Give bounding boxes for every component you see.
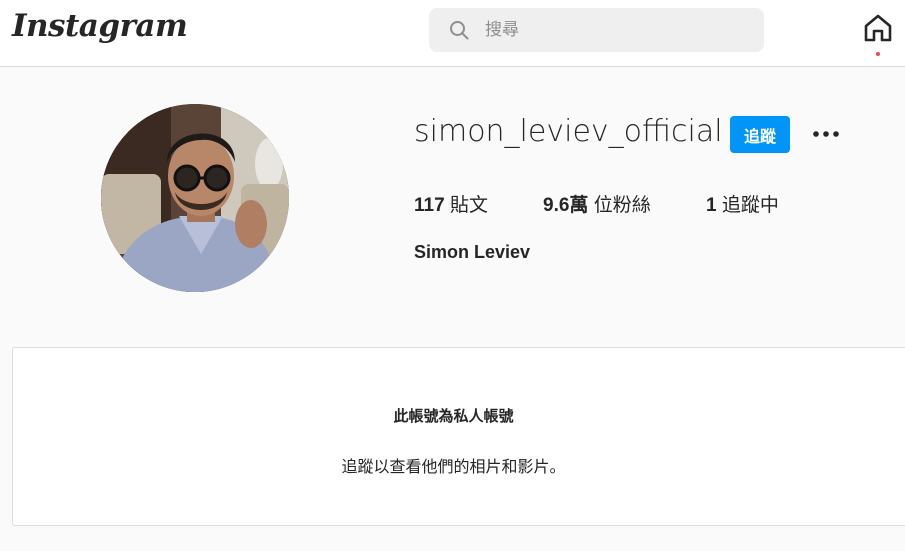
more-options-button[interactable] <box>810 122 842 146</box>
following-count-value: 1 <box>706 195 717 216</box>
posts-count-label: 貼文 <box>449 195 488 216</box>
following-count[interactable]: 1 追蹤中 <box>706 190 779 217</box>
instagram-logo[interactable]: Instagram <box>12 8 188 44</box>
profile-full-name: Simon Leviev <box>414 242 531 262</box>
private-account-subtitle: 追蹤以查看他們的相片和影片。 <box>341 459 566 476</box>
home-button[interactable] <box>860 12 896 48</box>
more-options-icon <box>812 125 840 143</box>
home-icon <box>863 13 893 48</box>
notification-dot <box>876 52 880 56</box>
followers-count-value: 9.6萬 <box>543 195 589 216</box>
private-account-title: 此帳號為私人帳號 <box>393 408 514 425</box>
profile-avatar[interactable] <box>101 104 289 292</box>
profile-username: simon_leviev_official <box>414 114 723 149</box>
following-count-label: 追蹤中 <box>721 195 779 216</box>
posts-count: 117 貼文 <box>414 190 488 217</box>
follow-button[interactable]: 追蹤 <box>730 116 790 153</box>
private-account-card: 此帳號為私人帳號 追蹤以查看他們的相片和影片。 <box>12 347 905 526</box>
followers-count[interactable]: 9.6萬 位粉絲 <box>543 190 651 217</box>
search-icon <box>448 19 470 41</box>
posts-count-value: 117 <box>414 195 445 216</box>
followers-count-label: 位粉絲 <box>593 195 651 216</box>
top-navigation-bar: Instagram <box>0 0 905 67</box>
search-box[interactable] <box>429 8 764 52</box>
search-input[interactable] <box>483 19 723 41</box>
